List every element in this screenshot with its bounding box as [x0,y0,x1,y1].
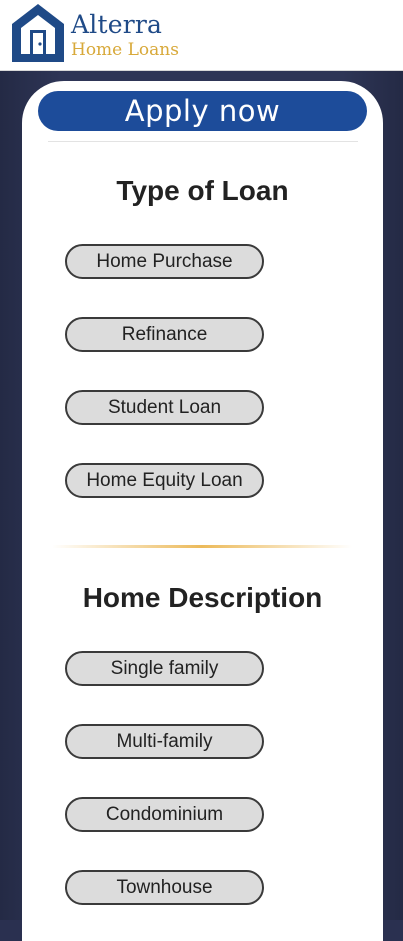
house-logo-icon[interactable] [10,2,66,64]
section-divider [52,545,352,548]
site-header: Alterra Home Loans [0,0,403,71]
loan-option-student-loan[interactable]: Student Loan [65,390,264,425]
header-divider [48,141,358,142]
home-option-condominium[interactable]: Condominium [65,797,264,832]
loan-type-title: Type of Loan [116,175,289,206]
loan-option-home-equity[interactable]: Home Equity Loan [65,463,264,498]
brand-subtitle: Home Loans [71,40,179,60]
apply-now-button[interactable]: Apply now [38,91,367,131]
brand-name: Alterra [71,10,163,39]
home-option-townhouse[interactable]: Townhouse [65,870,264,905]
home-option-multi-family[interactable]: Multi-family [65,724,264,759]
loan-option-refinance[interactable]: Refinance [65,317,264,352]
home-description-title: Home Description [82,582,323,613]
loan-option-home-purchase[interactable]: Home Purchase [65,244,264,279]
home-option-single-family[interactable]: Single family [65,651,264,686]
